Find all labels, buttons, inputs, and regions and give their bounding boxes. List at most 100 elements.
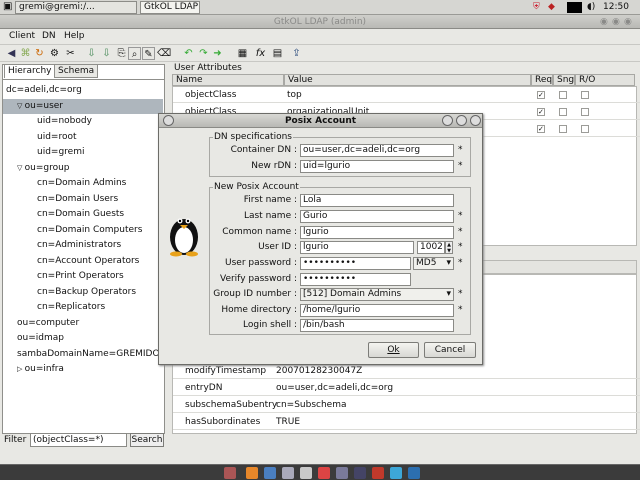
network-icon[interactable]	[390, 467, 402, 479]
tab-hierarchy[interactable]: Hierarchy	[4, 64, 56, 78]
common-name-field[interactable]: lgurio	[300, 226, 454, 239]
table-row[interactable]: subschemaSubentry cn=Subschema	[173, 397, 640, 413]
folder-icon[interactable]	[282, 467, 294, 479]
tree-node[interactable]: cn=Backup Operators	[3, 285, 136, 300]
table-row[interactable]: objectClass top ✓	[173, 87, 640, 103]
redo-icon[interactable]: ↷	[197, 47, 210, 60]
copy-icon[interactable]: ⎘	[115, 47, 128, 60]
menu-help[interactable]: Help	[64, 30, 85, 42]
minimize-icon[interactable]: ◉	[600, 15, 608, 29]
container-dn-field[interactable]: ou=user,dc=adeli,dc=org	[300, 144, 454, 157]
sng-checkbox[interactable]	[559, 91, 567, 99]
table-icon[interactable]: ▤	[271, 47, 284, 60]
close-icon[interactable]: ◉	[624, 15, 632, 29]
settings-icon[interactable]: ⚙	[48, 47, 61, 60]
monitor-icon[interactable]	[567, 2, 582, 13]
tree-icon[interactable]: ⌘	[19, 47, 32, 60]
expanded-arrow-icon[interactable]: ▽	[17, 102, 25, 110]
column-name[interactable]: Name	[172, 74, 284, 86]
user-password-field[interactable]: ••••••••••	[300, 257, 411, 270]
ok-button[interactable]: Ok	[368, 342, 419, 358]
tree-node[interactable]: dc=adeli,dc=org	[3, 83, 82, 98]
tab-schema[interactable]: Schema	[54, 64, 99, 78]
mail-icon[interactable]	[264, 467, 276, 479]
user-id-field[interactable]: lgurio	[300, 241, 414, 254]
connect-icon[interactable]: ◀	[5, 47, 18, 60]
tree-node[interactable]: cn=Domain Admins	[3, 176, 126, 191]
tree-node[interactable]: sambaDomainName=GREMIDOM	[3, 347, 164, 362]
tree-node[interactable]: ▽ ou=group	[3, 161, 70, 176]
dialog-maximize-icon[interactable]	[456, 115, 467, 126]
script-icon[interactable]	[408, 467, 420, 479]
refresh-icon[interactable]: ↻	[33, 47, 46, 60]
req-checkbox[interactable]: ✓	[537, 125, 545, 133]
search-entry-icon[interactable]: ⌕	[128, 47, 141, 60]
table-row[interactable]: modifyTimestamp 20070128230047Z	[173, 363, 640, 379]
menu-client[interactable]: Client	[9, 30, 35, 42]
new-rdn-field[interactable]: uid=lgurio	[300, 160, 454, 173]
function-icon[interactable]: fx	[254, 47, 267, 60]
app-icon[interactable]	[224, 467, 236, 479]
collapsed-arrow-icon[interactable]: ▷	[17, 365, 25, 373]
delete-icon[interactable]: ⌫	[157, 47, 171, 60]
tree-node[interactable]: ou=computer	[3, 316, 79, 331]
spinner-arrows-icon[interactable]: ▲ ▼	[445, 241, 453, 254]
tree-node[interactable]: ▽ ou=user	[3, 98, 163, 114]
column-req[interactable]: Req	[531, 74, 553, 86]
tree-node[interactable]: uid=root	[3, 130, 77, 145]
cut-icon[interactable]: ✂	[64, 47, 77, 60]
tree-node[interactable]: ou=idmap	[3, 331, 64, 346]
search-button[interactable]: Search	[130, 433, 164, 447]
tree-node[interactable]: cn=Domain Guests	[3, 207, 124, 222]
tree-node[interactable]: cn=Account Operators	[3, 254, 139, 269]
tree-node[interactable]: uid=gremi	[3, 145, 84, 160]
menu-dn[interactable]: DN	[42, 30, 56, 42]
ro-checkbox[interactable]	[581, 108, 589, 116]
tree-node[interactable]: cn=Replicators	[3, 300, 105, 315]
settings-icon[interactable]	[300, 467, 312, 479]
media-icon[interactable]	[372, 467, 384, 479]
sng-checkbox[interactable]	[559, 125, 567, 133]
filter-input[interactable]: (objectClass=*)	[30, 433, 127, 447]
tree-node[interactable]: cn=Print Operators	[3, 269, 124, 284]
export-icon[interactable]: ⇪	[290, 47, 303, 60]
cancel-button[interactable]: Cancel	[424, 342, 476, 358]
tree-node[interactable]: ▷ ou=infra	[3, 362, 64, 377]
column-ro[interactable]: R/O	[575, 74, 635, 86]
ro-checkbox[interactable]	[581, 125, 589, 133]
forward-icon[interactable]: ➜	[211, 47, 224, 60]
tree-node[interactable]: cn=Administrators	[3, 238, 121, 253]
x-icon[interactable]	[354, 467, 366, 479]
gem-icon[interactable]: ◆	[548, 1, 555, 14]
login-shell-field[interactable]: /bin/bash	[300, 319, 454, 332]
dialog-close-icon[interactable]	[470, 115, 481, 126]
table-row[interactable]: hasSubordinates TRUE	[173, 414, 640, 430]
req-checkbox[interactable]: ✓	[537, 108, 545, 116]
terminal-icon[interactable]	[336, 467, 348, 479]
shield-icon[interactable]: ⛨	[533, 1, 540, 14]
last-name-field[interactable]: Gurio	[300, 210, 454, 223]
add-entry-icon[interactable]: ⇩	[85, 47, 98, 60]
first-name-field[interactable]: Lola	[300, 194, 454, 207]
edit-icon[interactable]: ✎	[142, 47, 155, 60]
task-gtkol[interactable]: GtkOL LDAP [a...	[140, 1, 200, 14]
table-row[interactable]: entryDN ou=user,dc=adeli,dc=org	[173, 380, 640, 396]
ro-checkbox[interactable]	[581, 91, 589, 99]
dialog-minimize-icon[interactable]	[442, 115, 453, 126]
group-id-select[interactable]: [512] Domain Admins ▾	[300, 288, 454, 301]
terminal-icon[interactable]: ▣	[3, 1, 12, 12]
grid-icon[interactable]: ▦	[236, 47, 249, 60]
dialog-menu-icon[interactable]	[163, 115, 174, 126]
hash-select[interactable]: MD5 ▾	[413, 257, 454, 270]
firefox-icon[interactable]	[246, 467, 258, 479]
req-checkbox[interactable]: ✓	[537, 91, 545, 99]
uid-number-spinner[interactable]: 1002	[417, 241, 445, 254]
tree-node[interactable]: cn=Domain Users	[3, 192, 118, 207]
verify-password-field[interactable]: ••••••••••	[300, 273, 411, 286]
tree-node[interactable]: uid=nobody	[3, 114, 92, 129]
maximize-icon[interactable]: ◉	[612, 15, 620, 29]
column-sng[interactable]: Sng	[553, 74, 575, 86]
pdf-icon[interactable]	[318, 467, 330, 479]
volume-icon[interactable]: ◖)	[587, 1, 595, 14]
expanded-arrow-icon[interactable]: ▽	[17, 164, 25, 172]
